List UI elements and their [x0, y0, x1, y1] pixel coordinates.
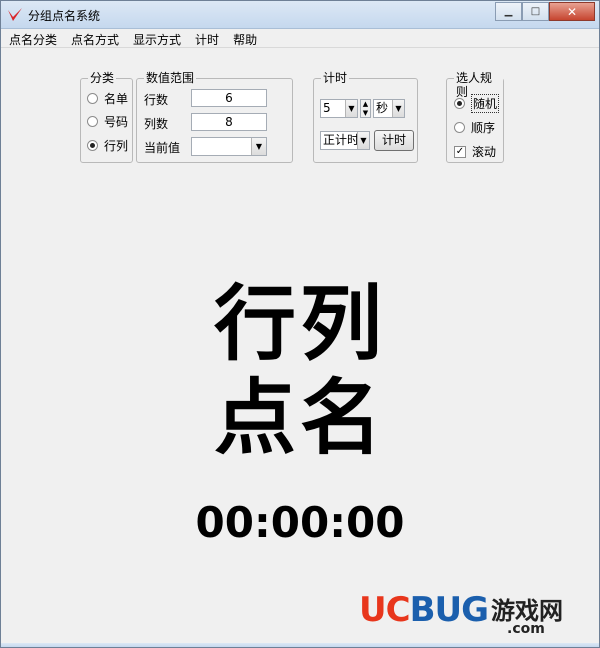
watermark-logo: UCBUG 游戏网 .com [359, 591, 589, 641]
display-line-2: 点名 [213, 371, 386, 466]
maximize-icon: □ [530, 6, 541, 17]
radio-list-label: 名单 [104, 92, 129, 106]
rows-label: 行数 [144, 93, 169, 107]
radio-order[interactable]: 顺序 [454, 119, 495, 136]
timer-amount-spinner[interactable]: ▲ ▼ [360, 99, 371, 118]
checkmark-icon: ✓ [454, 145, 466, 158]
current-label: 当前值 [144, 141, 181, 155]
app-logo-icon [8, 8, 22, 21]
timer-mode-select[interactable]: 正计时 ▼ [320, 131, 370, 150]
current-value-select[interactable]: ▼ [191, 137, 267, 156]
radio-random-label: 随机 [471, 94, 500, 113]
radio-rowcol-indicator [87, 140, 98, 151]
menu-category[interactable]: 点名分类 [3, 29, 63, 47]
chevron-down-icon: ▼ [357, 132, 369, 149]
timer-unit-select[interactable]: 秒 ▼ [373, 99, 405, 118]
close-icon: ✕ [566, 4, 578, 19]
category-group-title: 分类 [88, 71, 117, 85]
title-bar[interactable]: 分组点名系统 ▁ □ ✕ [1, 1, 599, 29]
chevron-down-icon: ▼ [251, 138, 266, 155]
radio-list-indicator [87, 93, 98, 104]
range-group-title: 数值范围 [144, 71, 197, 85]
radio-number-indicator [87, 116, 98, 127]
cols-input[interactable]: 8 [191, 113, 267, 131]
close-button[interactable]: ✕ [549, 2, 595, 21]
watermark-domain: .com [507, 621, 545, 637]
minimize-icon: ▁ [504, 6, 513, 17]
timer-amount-text: 5 [323, 101, 331, 115]
chevron-down-icon: ▼ [392, 100, 404, 117]
display-line-1: 行列 [213, 277, 386, 372]
radio-random[interactable]: 随机 [454, 94, 500, 113]
radio-random-indicator [454, 98, 465, 109]
radio-rowcol-label: 行列 [104, 139, 129, 153]
timer-amount-select[interactable]: 5 ▼ [320, 99, 358, 118]
radio-list[interactable]: 名单 [87, 90, 128, 107]
maximize-button[interactable]: □ [522, 2, 549, 21]
start-timer-button[interactable]: 计时 [374, 130, 414, 151]
minimize-button[interactable]: ▁ [495, 2, 522, 21]
radio-rowcol[interactable]: 行列 [87, 137, 128, 154]
watermark-brand: UCBUG [359, 590, 489, 630]
chevron-down-icon: ▼ [362, 109, 369, 117]
timer-display: 00:00:00 [195, 498, 405, 547]
menu-timer[interactable]: 计时 [189, 29, 225, 47]
scroll-checkbox-label: 滚动 [472, 145, 497, 159]
menu-display[interactable]: 显示方式 [127, 29, 187, 47]
app-window: 分组点名系统 ▁ □ ✕ 点名分类 点名方式 显示方式 计时 帮助 分类 名单 … [0, 0, 600, 648]
radio-number[interactable]: 号码 [87, 113, 128, 130]
scroll-checkbox[interactable]: ✓ 滚动 [454, 143, 496, 160]
timer-unit-text: 秒 [376, 101, 389, 115]
rows-input[interactable]: 6 [191, 89, 267, 107]
window-controls: ▁ □ ✕ [495, 2, 595, 21]
window-bottom-border [1, 643, 599, 647]
radio-order-indicator [454, 122, 465, 133]
cols-label: 列数 [144, 117, 169, 131]
chevron-down-icon: ▼ [345, 100, 357, 117]
watermark-brand-uc: UC [359, 590, 411, 630]
radio-number-label: 号码 [104, 115, 129, 129]
radio-order-label: 顺序 [471, 121, 496, 135]
chevron-up-icon: ▲ [362, 100, 369, 108]
menu-method[interactable]: 点名方式 [65, 29, 125, 47]
menu-help[interactable]: 帮助 [227, 29, 263, 47]
watermark-brand-bug: BUG [409, 590, 489, 630]
timer-mode-text: 正计时 [323, 133, 360, 147]
menu-bar: 点名分类 点名方式 显示方式 计时 帮助 [1, 29, 599, 48]
window-title: 分组点名系统 [28, 9, 101, 23]
timer-group-title: 计时 [321, 71, 350, 85]
